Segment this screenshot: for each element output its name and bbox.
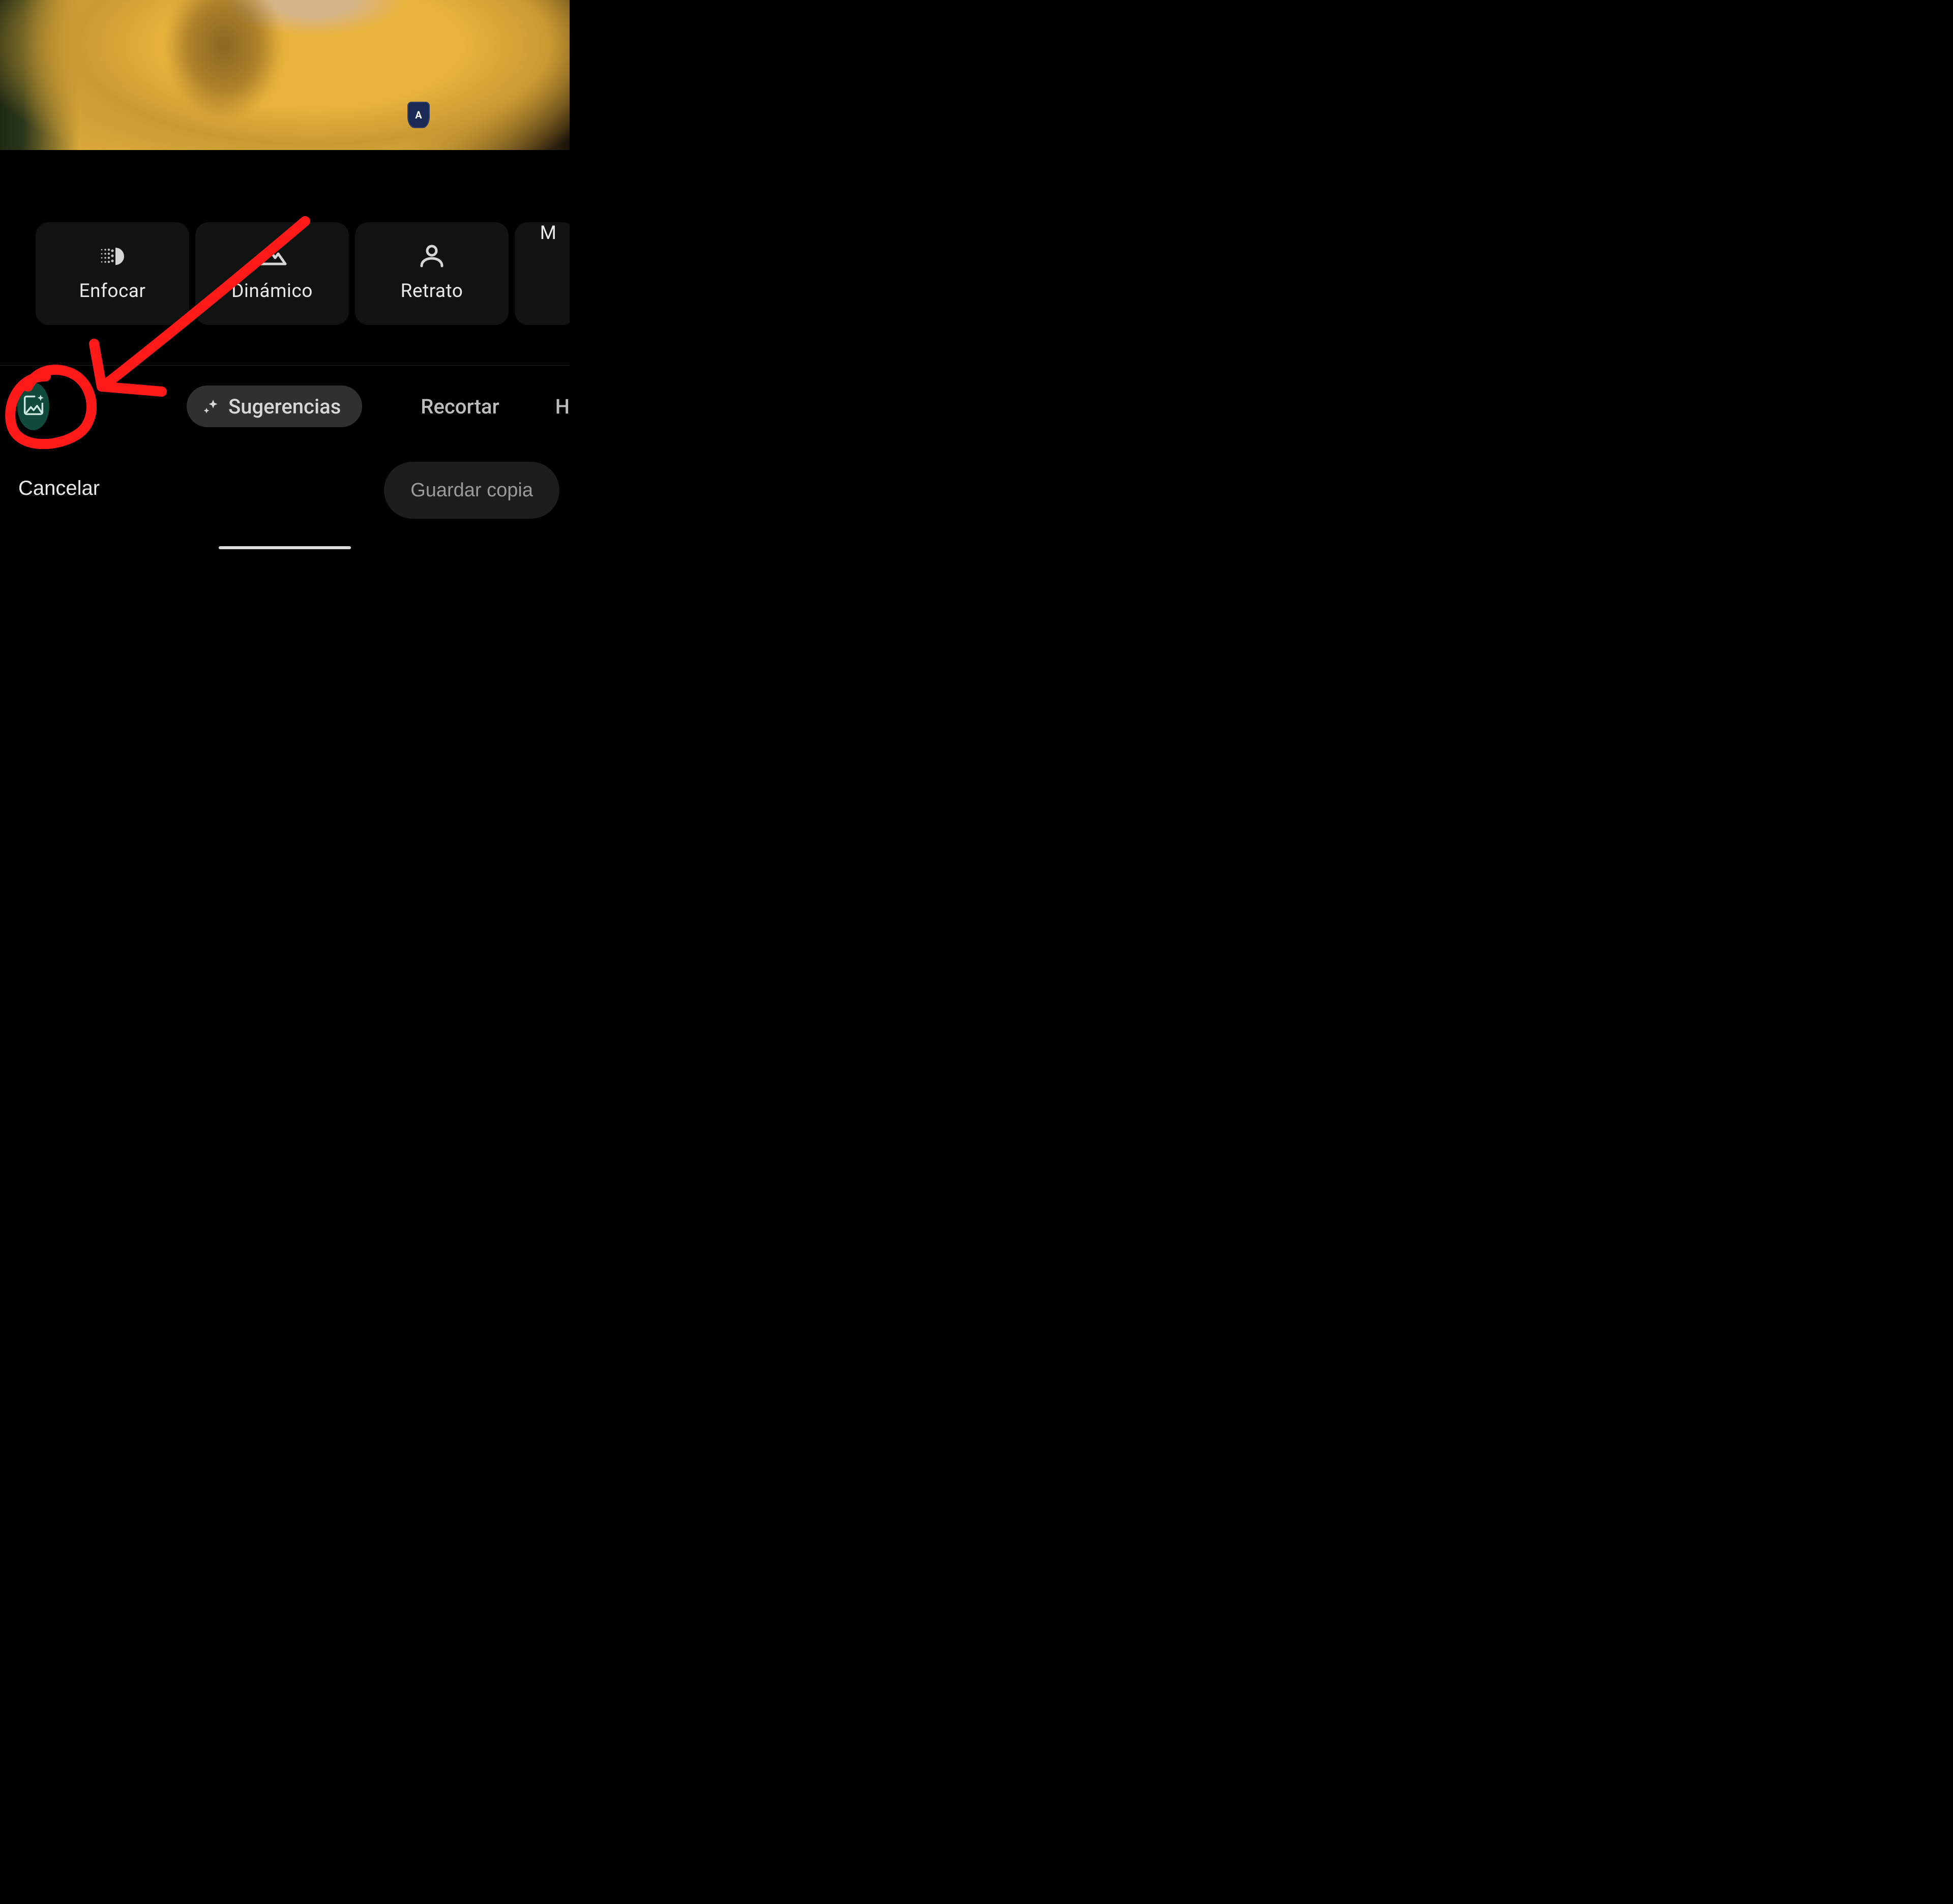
tile-more-label: M [540, 222, 557, 244]
tile-dynamic[interactable]: Dinámico [195, 222, 349, 325]
tile-focus-label: Enfocar [79, 280, 146, 302]
save-copy-button[interactable]: Guardar copia [384, 462, 559, 519]
photo-preview[interactable]: A [0, 0, 570, 150]
shirt-badge: A [407, 102, 430, 128]
shirt-badge-letter: A [415, 109, 422, 121]
photo-shadow [153, 0, 295, 137]
tile-more-partial[interactable]: M [515, 222, 570, 325]
save-copy-button-label: Guardar copia [410, 480, 533, 501]
tile-portrait[interactable]: Retrato [355, 222, 509, 325]
sparkles-icon [202, 398, 219, 415]
tile-portrait-label: Retrato [401, 280, 463, 302]
section-divider [0, 365, 570, 366]
tab-edge-partial[interactable]: H [555, 395, 570, 419]
tab-crop[interactable]: Recortar [421, 395, 499, 419]
editor-screen: A Enfocar [0, 0, 570, 555]
cancel-button[interactable]: Cancelar [18, 477, 100, 500]
suggestion-tiles-row: Enfocar Dinámico Retrato M [36, 222, 570, 325]
focus-blur-icon [97, 246, 128, 267]
tile-focus[interactable]: Enfocar [36, 222, 189, 325]
home-indicator[interactable] [219, 546, 351, 549]
magic-editor-button[interactable] [17, 382, 49, 430]
magic-photo-icon [20, 392, 47, 421]
tile-dynamic-label: Dinámico [231, 280, 313, 302]
mountain-icon [257, 246, 287, 267]
tab-suggestions-label: Sugerencias [228, 395, 341, 419]
cancel-button-label: Cancelar [18, 477, 100, 499]
person-icon [417, 246, 447, 267]
editor-tabs-row: Sugerencias Recortar H [0, 382, 570, 430]
tab-suggestions[interactable]: Sugerencias [187, 385, 362, 427]
